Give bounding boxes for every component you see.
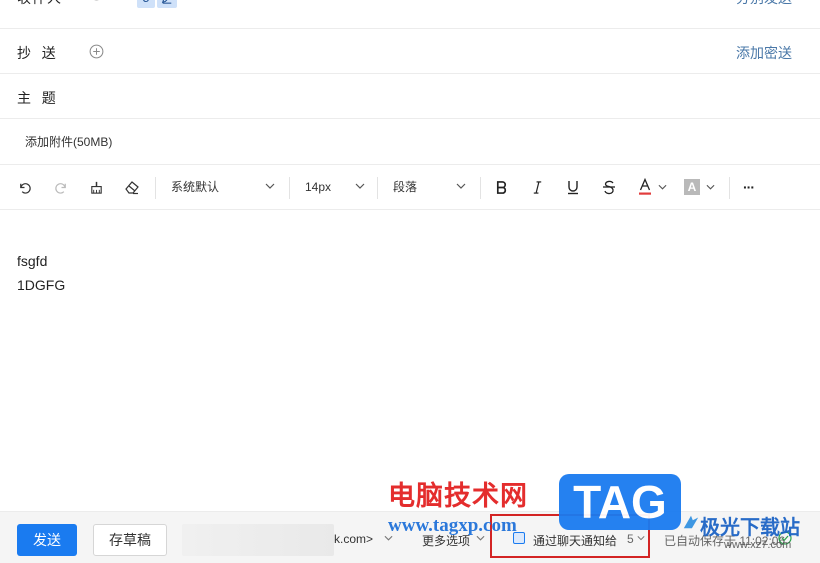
underline-icon [568, 181, 578, 195]
undo-button[interactable] [17, 177, 32, 197]
toolbar-divider [289, 177, 290, 199]
format-painter-button[interactable] [89, 177, 104, 197]
add-attachment-link[interactable]: 添加附件(50MB) [25, 133, 112, 150]
to-row: 收件人 5 分别发送 [0, 0, 820, 29]
add-bcc-link[interactable]: 添加密送 [736, 43, 792, 63]
chevron-down-icon [658, 184, 667, 190]
message-body-editor[interactable]: fsgfd 1DGFG [0, 211, 820, 511]
chevron-down-icon [355, 183, 365, 189]
editor-toolbar: 系统默认 14px 段落 A ··· [0, 165, 820, 210]
watermark-tag-logo: TAG [559, 474, 681, 530]
watermark-cn-text: 电脑技术网 [388, 481, 528, 512]
bold-icon [496, 180, 507, 194]
redo-button[interactable] [54, 177, 69, 197]
toolbar-divider [377, 177, 378, 199]
eraser-icon [125, 181, 139, 195]
separate-send-link[interactable]: 分别发送 [736, 0, 792, 8]
edit-recipient-button[interactable] [157, 0, 177, 8]
chevron-down-icon [265, 183, 275, 189]
watermark-site-logo-icon [683, 515, 699, 529]
add-cc-icon[interactable] [89, 44, 104, 59]
toolbar-divider [480, 177, 481, 199]
toolbar-divider [729, 177, 730, 199]
watermark-url: www.tagxp.com [388, 515, 517, 536]
strikethrough-icon [603, 180, 615, 195]
highlight-icon: A [684, 179, 700, 195]
paragraph-value: 段落 [393, 180, 418, 194]
paragraph-select[interactable]: 段落 [393, 177, 468, 197]
format-painter-icon [91, 181, 102, 194]
font-size-select[interactable]: 14px [305, 177, 365, 197]
undo-icon [20, 182, 31, 194]
underline-button[interactable] [566, 177, 580, 197]
save-draft-button[interactable]: 存草稿 [93, 524, 167, 556]
chevron-down-icon [456, 183, 466, 189]
watermark-site-name: 极光下载站 [700, 515, 800, 539]
body-text-line: 1DGFG [17, 277, 66, 293]
strikethrough-button[interactable] [602, 177, 616, 197]
subject-row[interactable]: 主 题 [0, 74, 820, 119]
cc-label: 抄 送 [17, 45, 57, 61]
background-color-button[interactable]: A [684, 177, 715, 197]
body-text-line: fsgfd [17, 253, 48, 269]
redo-icon [55, 182, 66, 194]
more-tools-button[interactable]: ··· [743, 177, 755, 197]
clear-format-button[interactable] [124, 177, 140, 197]
italic-button[interactable] [531, 177, 544, 197]
font-family-value: 系统默认 [171, 180, 220, 194]
sender-select[interactable] [182, 524, 334, 556]
add-recipient-icon[interactable] [89, 0, 104, 1]
to-label: 收件人 [17, 0, 62, 8]
subject-label: 主 题 [17, 90, 57, 106]
font-size-value: 14px [305, 180, 332, 194]
toolbar-divider [155, 177, 156, 199]
bold-button[interactable] [495, 177, 508, 197]
font-color-icon [639, 178, 651, 195]
italic-icon [533, 180, 542, 194]
sender-address[interactable]: k.com> [334, 532, 373, 546]
attachment-row: 添加附件(50MB) [0, 119, 820, 165]
send-button[interactable]: 发送 [17, 524, 77, 556]
cc-row: 抄 送 添加密送 [0, 29, 820, 74]
recipient-count-chip[interactable]: 5 [137, 0, 155, 8]
chevron-down-icon [706, 184, 715, 190]
font-color-button[interactable] [638, 177, 667, 197]
pencil-icon [161, 0, 172, 4]
font-family-select[interactable]: 系统默认 [171, 177, 277, 197]
watermark-site-url: www.xz7.com [724, 539, 792, 551]
